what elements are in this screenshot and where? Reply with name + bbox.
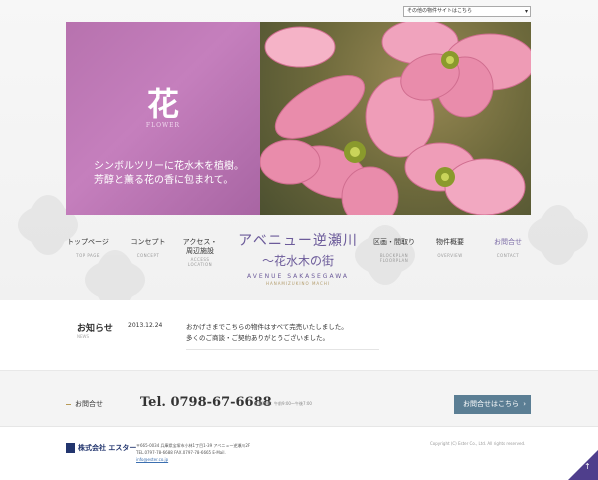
news-title-en: NEWS (77, 334, 90, 339)
news-date: 2013.12.24 (128, 322, 163, 329)
email-link[interactable]: info@ester.co.jp (136, 457, 168, 462)
nav-label-en: CONCEPT (136, 253, 160, 258)
contact-button[interactable]: お問合せはこちら › (454, 395, 531, 414)
property-site-select[interactable]: その他の物件サイトはこちら ▾ (403, 6, 531, 17)
nav-label-en: FLOORPLAN (379, 258, 409, 263)
nav-item-contact[interactable]: お問合せ CONTACT (486, 238, 530, 258)
chevron-down-icon: ▾ (524, 8, 528, 15)
dogwood-flower-image (259, 22, 531, 215)
hero-kanji: 花 (146, 85, 179, 123)
nav-label: 物件概要 (436, 238, 464, 246)
nav-label-en: OVERVIEW (437, 253, 463, 258)
hero-text-panel: 花 FLOWER シンボルツリーに花水木を植樹。 芳醇と薫る花の香に包まれて。 (66, 22, 260, 215)
contact-line: TEL.0797-78-6688 FAX.0797-78-6665 E-Mail… (136, 449, 250, 463)
divider (186, 349, 379, 350)
page-top-button[interactable]: ↑ (568, 450, 598, 480)
footer: 株式会社 エスター 〒665-0034 兵庫県宝塚市小林1丁目1-39 アベニュ… (0, 426, 598, 480)
nav-label-en: TOP PAGE (76, 253, 100, 258)
nav-label: 周辺施設 (186, 247, 214, 255)
nav-label-en: CONTACT (496, 253, 520, 258)
hero-flower-photo (259, 22, 531, 215)
logo-subtitle: 〜花水木の街 (261, 254, 334, 268)
copyright: Copyright (C) Ester Co., Ltd. All rights… (430, 441, 526, 446)
news-body-line: おかげさまでこちらの物件はすべて完売いたしました。 (186, 323, 348, 331)
contact-button-label: お問合せはこちら (463, 400, 519, 408)
company-address: 〒665-0034 兵庫県宝塚市小林1丁目1-39 アベニュー逆瀬川2F TEL… (136, 442, 250, 463)
hero-copy-line: 芳醇と薫る花の香に包まれて。 (94, 175, 234, 186)
site-logo[interactable]: アベニュー逆瀬川 〜花水木の街 AVENUE SAKASEGAWA HANAMI… (228, 230, 368, 286)
page-top-bg (568, 450, 598, 480)
nav-label-en: LOCATION (187, 262, 213, 267)
news-body: おかげさまでこちらの物件はすべて完売いたしました。 多くのご商談・ご契約ありがと… (186, 322, 386, 344)
nav-label: トップページ (67, 238, 109, 246)
news-title: お知らせ (77, 324, 113, 334)
logo-name: アベニュー逆瀬川 (238, 233, 358, 249)
chevron-right-icon: › (523, 400, 526, 408)
contact-bar: お問合せ Tel. 0798-67-6688 営業時間：午前9:00〜午後7:0… (0, 370, 598, 426)
contact-phone: Tel. 0798-67-6688 (140, 395, 272, 410)
nav-item-overview[interactable]: 物件概要 OVERVIEW (428, 238, 472, 258)
flower-decoration (528, 205, 588, 265)
business-hours: 営業時間：午前9:00〜午後7:00 (254, 401, 312, 406)
news-section: お知らせ NEWS 2013.12.24 おかげさまでこちらの物件はすべて完売い… (0, 300, 598, 370)
nav-label: アクセス・ (182, 238, 218, 246)
company-logo-mark (66, 443, 75, 453)
hero-banner: 花 FLOWER シンボルツリーに花水木を植樹。 芳醇と薫る花の香に包まれて。 (66, 22, 531, 215)
logo-english-sub: HANAMIZUKINO MACHI (265, 281, 331, 286)
contact-label: お問合せ (66, 399, 103, 409)
hero-copy-line: シンボルツリーに花水木を植樹。 (94, 161, 244, 172)
nav-label: コンセプト (130, 238, 166, 246)
nav-item-floorplan[interactable]: 区画・間取り BLOCKPLAN FLOORPLAN (372, 238, 416, 263)
arrow-up-icon: ↑ (584, 462, 591, 471)
address-line: 〒665-0034 兵庫県宝塚市小林1丁目1-39 アベニュー逆瀬川2F (136, 443, 251, 448)
nav-item-concept[interactable]: コンセプト CONCEPT (126, 238, 170, 258)
select-value: その他の物件サイトはこちら (407, 8, 473, 14)
news-body-line: 多くのご商談・ご契約ありがとうございました。 (186, 334, 329, 342)
contact-line-text: TEL.0797-78-6688 FAX.0797-78-6665 E-Mail… (136, 450, 226, 455)
nav-item-access[interactable]: アクセス・ 周辺施設 ACCESS LOCATION (178, 238, 222, 267)
logo-english: AVENUE SAKASEGAWA (247, 273, 349, 280)
nav-label: 区画・間取り (373, 238, 415, 246)
nav-label: お問合せ (494, 238, 522, 246)
hero-english: FLOWER (145, 122, 181, 129)
hero-copy: シンボルツリーに花水木を植樹。 芳醇と薫る花の香に包まれて。 (94, 160, 264, 188)
company-name: 株式会社 エスター (78, 444, 137, 452)
nav-item-top[interactable]: トップページ TOP PAGE (66, 238, 110, 258)
